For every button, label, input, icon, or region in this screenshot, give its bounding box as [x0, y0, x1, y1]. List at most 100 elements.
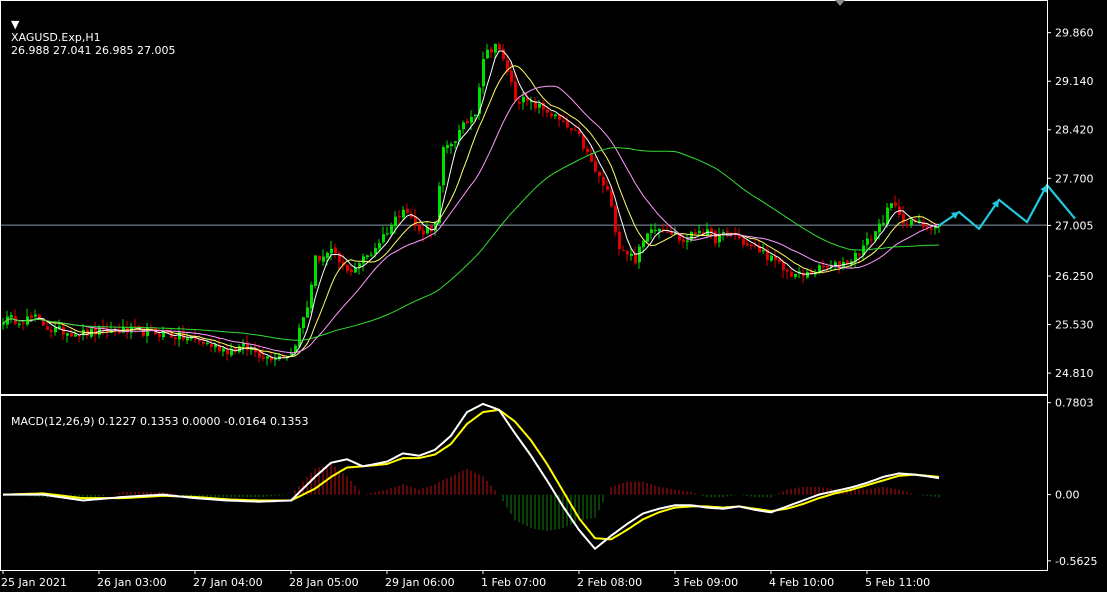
candle-body	[442, 147, 445, 186]
candle	[686, 234, 689, 250]
candle	[698, 224, 701, 237]
candle	[118, 323, 121, 334]
candle-body	[866, 238, 869, 245]
candle-body	[354, 267, 357, 273]
candle-body	[714, 231, 717, 244]
candle-body	[786, 269, 789, 272]
trading-chart[interactable]: 29.860 29.140 28.420 27.700 27.005 26.250 25.5…	[0, 0, 1107, 592]
candle-body	[782, 262, 785, 271]
x-tick-label: 2 Feb 08:00	[577, 576, 642, 589]
candle-body	[370, 254, 373, 256]
candle-body	[390, 224, 393, 234]
candle	[934, 226, 937, 235]
candle-body	[306, 307, 309, 318]
candle-body	[462, 122, 465, 129]
candle-body	[738, 235, 741, 239]
candle-body	[314, 255, 317, 286]
candle-body	[222, 348, 225, 352]
candle-body	[466, 121, 469, 124]
candle	[182, 325, 185, 342]
price-plot[interactable]	[0, 42, 1076, 367]
candle	[866, 232, 869, 250]
candle	[594, 156, 597, 174]
candle	[258, 344, 261, 363]
candle	[18, 321, 21, 328]
candle-body	[302, 317, 305, 328]
candle-body	[454, 141, 457, 143]
candle-body	[806, 272, 809, 278]
ma-5-line	[2, 50, 940, 359]
candle-body	[822, 265, 825, 268]
candle	[398, 210, 401, 224]
candle	[414, 208, 417, 231]
candle-body	[890, 203, 893, 208]
candle-body	[362, 256, 365, 264]
candle-body	[66, 333, 69, 336]
candle	[318, 255, 321, 264]
candle-body	[22, 322, 25, 324]
price-y-tick-label: 26.250	[1055, 270, 1094, 283]
candle-body	[570, 128, 573, 130]
candle	[542, 99, 545, 117]
candle-body	[326, 252, 329, 258]
price-y-tick-label: 27.005	[1055, 219, 1094, 232]
candle-body	[158, 334, 161, 337]
candle-body	[638, 246, 641, 263]
candle-body	[262, 356, 265, 359]
candle	[890, 203, 893, 211]
candle-body	[622, 250, 625, 252]
candle-body	[358, 263, 361, 268]
candle	[898, 198, 901, 219]
candle-body	[742, 239, 745, 245]
candle-body	[334, 247, 337, 253]
candle-body	[510, 70, 513, 83]
x-tick-label: 26 Jan 03:00	[97, 576, 167, 589]
candle-body	[210, 344, 213, 347]
candle	[362, 253, 365, 272]
candle-body	[374, 248, 377, 254]
candle	[462, 120, 465, 134]
candle-body	[186, 338, 189, 341]
candle	[566, 116, 569, 129]
candle-body	[650, 229, 653, 233]
candle-body	[350, 269, 353, 273]
candle-body	[878, 223, 881, 233]
candle	[606, 180, 609, 192]
candle-body	[846, 260, 849, 264]
candle-body	[78, 335, 81, 337]
candle-body	[654, 229, 657, 231]
candle	[266, 355, 269, 366]
candle	[50, 326, 53, 339]
candle-body	[474, 114, 477, 116]
candle-body	[206, 342, 209, 344]
candle-body	[858, 253, 861, 255]
candle-body	[346, 265, 349, 271]
candle-body	[70, 333, 73, 337]
candle-body	[386, 233, 389, 235]
candle	[622, 245, 625, 252]
candle	[614, 204, 617, 237]
candle	[306, 300, 309, 318]
x-tick-label: 5 Feb 11:00	[865, 576, 930, 589]
dropdown-triangle-icon[interactable]: ▼	[11, 18, 19, 31]
candle-body	[10, 315, 13, 318]
candle	[618, 226, 621, 256]
candle	[466, 118, 469, 125]
candle-body	[522, 96, 525, 103]
candle-body	[582, 135, 585, 149]
candle-body	[310, 284, 313, 309]
macd-header: MACD(12,26,9) 0.1227 0.1353 0.0000 -0.01…	[4, 402, 308, 428]
candle	[786, 268, 789, 279]
candle-body	[698, 230, 701, 234]
candle-body	[602, 177, 605, 186]
candle	[274, 353, 277, 367]
candle-body	[686, 240, 689, 242]
candle-body	[902, 214, 905, 224]
x-tick-label: 4 Feb 10:00	[769, 576, 834, 589]
candle	[314, 255, 317, 289]
candle-body	[762, 250, 765, 252]
candle	[382, 226, 385, 244]
candle	[922, 218, 925, 230]
candle	[350, 266, 353, 276]
candle	[586, 145, 589, 157]
